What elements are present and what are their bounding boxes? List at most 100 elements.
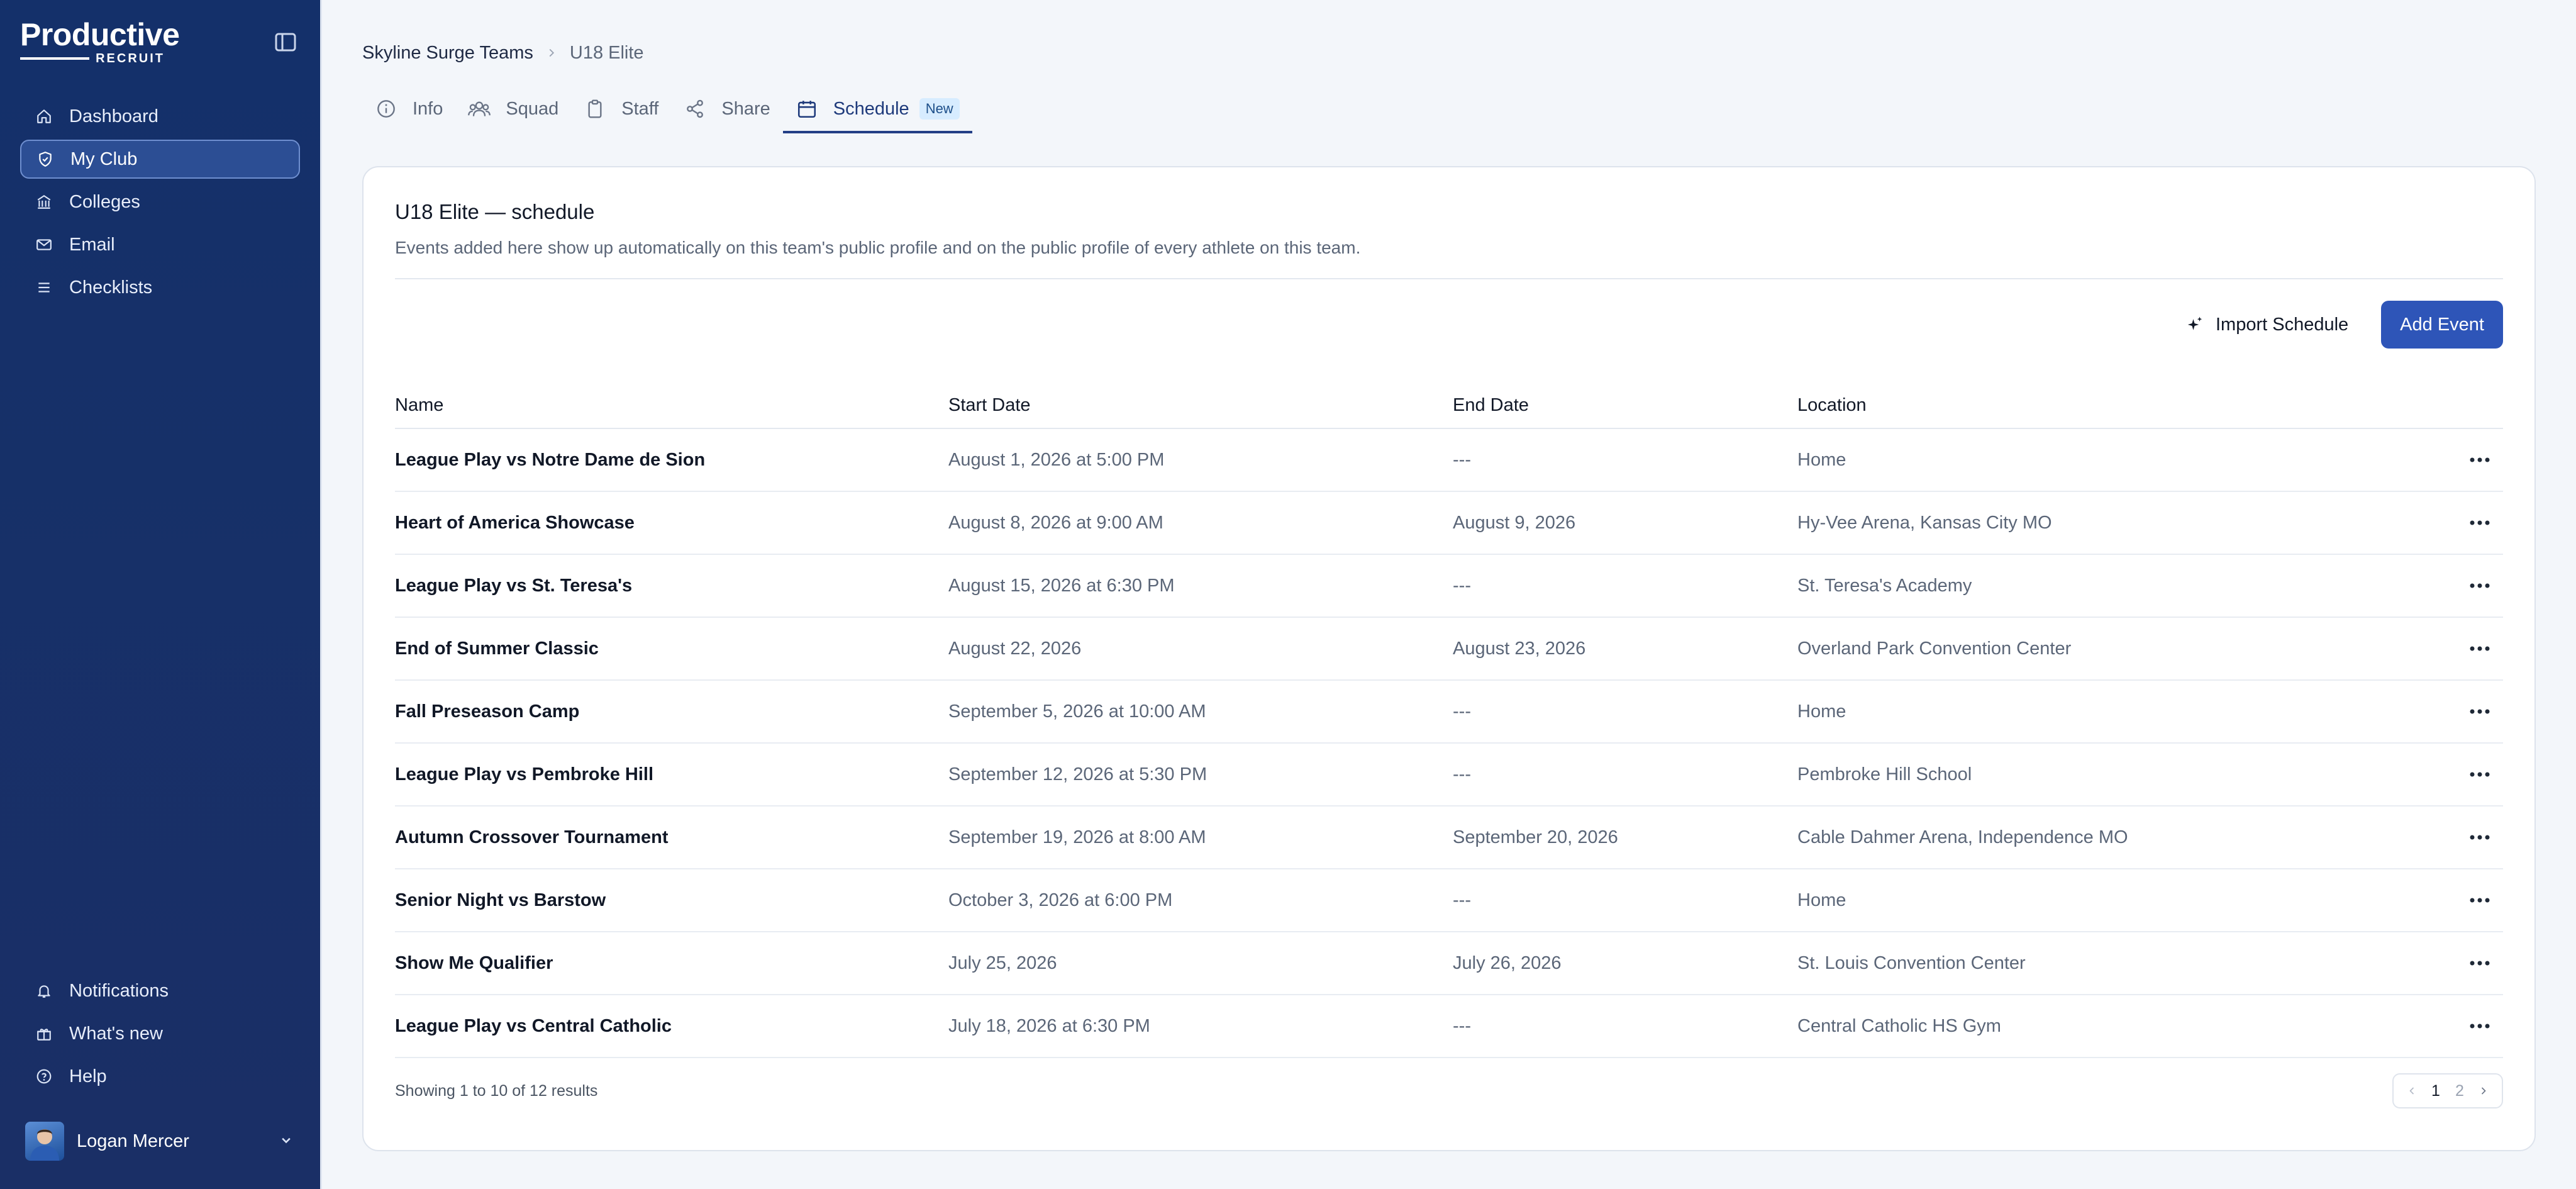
pagination: 1 2: [2392, 1073, 2503, 1108]
more-icon[interactable]: [2446, 583, 2503, 589]
add-event-button[interactable]: Add Event: [2381, 301, 2503, 349]
tab-staff[interactable]: Staff: [571, 87, 671, 133]
sidebar-item-notifications[interactable]: Notifications: [20, 971, 300, 1010]
event-end: August 23, 2026: [1453, 617, 1797, 681]
more-icon[interactable]: [2446, 897, 2503, 903]
table-row[interactable]: Senior Night vs Barstow October 3, 2026 a…: [395, 869, 2503, 932]
event-location: Central Catholic HS Gym: [1797, 995, 2446, 1058]
event-start: August 8, 2026 at 9:00 AM: [948, 491, 1453, 555]
main-content: Skyline Surge Teams U18 Elite Info Squad…: [322, 0, 2576, 1189]
table-row[interactable]: End of Summer Classic August 22, 2026 Augu…: [395, 617, 2503, 681]
table-row[interactable]: League Play vs St. Teresa's August 15, 20…: [395, 554, 2503, 618]
event-start: August 15, 2026 at 6:30 PM: [948, 554, 1453, 618]
more-icon[interactable]: [2446, 645, 2503, 652]
table-row[interactable]: Heart of America Showcase August 8, 2026 …: [395, 491, 2503, 555]
event-location: Home: [1797, 680, 2446, 744]
event-start: August 22, 2026: [948, 617, 1453, 681]
more-icon[interactable]: [2446, 1023, 2503, 1029]
brand-sub-row: RECRUIT: [20, 52, 165, 66]
brand-sub: RECRUIT: [96, 51, 165, 65]
sidebar-item-help[interactable]: Help: [20, 1057, 300, 1096]
event-start: October 3, 2026 at 6:00 PM: [948, 869, 1453, 932]
event-end: ---: [1453, 554, 1797, 618]
sidebar-item-label: Dashboard: [69, 106, 158, 126]
sidebar-item-checklists[interactable]: Checklists: [20, 268, 300, 307]
event-name: Heart of America Showcase: [395, 491, 948, 555]
more-icon[interactable]: [2446, 834, 2503, 840]
event-name: League Play vs Central Catholic: [395, 995, 948, 1058]
sidebar-item-label: My Club: [70, 148, 138, 169]
tab-squad[interactable]: Squad: [455, 87, 571, 133]
event-location: St. Louis Convention Center: [1797, 932, 2446, 995]
info-icon: [375, 98, 397, 120]
breadcrumb-current: U18 Elite: [569, 42, 644, 63]
mail-icon: [35, 236, 53, 254]
event-end: ---: [1453, 680, 1797, 744]
share-icon: [684, 98, 706, 120]
event-end: ---: [1453, 869, 1797, 932]
card-title: U18 Elite — schedule: [395, 200, 595, 223]
calendar-icon: [796, 98, 818, 120]
sidebar-item-my-club[interactable]: My Club: [20, 140, 300, 179]
event-end: ---: [1453, 995, 1797, 1058]
table-row[interactable]: League Play vs Notre Dame de Sion August …: [395, 428, 2503, 492]
page-button-1[interactable]: 1: [2424, 1082, 2448, 1100]
event-location: St. Teresa's Academy: [1797, 554, 2446, 618]
event-location: Hy-Vee Arena, Kansas City MO: [1797, 491, 2446, 555]
table-row[interactable]: League Play vs Central Catholic July 18, …: [395, 995, 2503, 1058]
tab-info[interactable]: Info: [362, 87, 455, 133]
table-row[interactable]: Show Me Qualifier July 25, 2026 July 26, 2…: [395, 932, 2503, 995]
table-body: League Play vs Notre Dame de Sion August …: [395, 428, 2503, 1058]
sidebar-item-label: Checklists: [69, 277, 153, 298]
sidebar-item-dashboard[interactable]: Dashboard: [20, 97, 300, 136]
sidebar-item-label: Colleges: [69, 191, 140, 212]
event-location: Pembroke Hill School: [1797, 743, 2446, 807]
column-header-start-date[interactable]: Start Date: [948, 382, 1453, 429]
event-end: ---: [1453, 743, 1797, 807]
event-name: Fall Preseason Camp: [395, 680, 948, 744]
sidebar-item-colleges[interactable]: Colleges: [20, 182, 300, 221]
sidebar-item-email[interactable]: Email: [20, 225, 300, 264]
more-icon[interactable]: [2446, 457, 2503, 463]
sidebar-item-label: What's new: [69, 1023, 163, 1044]
card-divider: [395, 278, 2503, 279]
sidebar-item-whats-new[interactable]: What's new: [20, 1014, 300, 1053]
prev-page-button[interactable]: [2400, 1085, 2424, 1097]
tab-bar: Info Squad Staff Share Schedule New: [362, 87, 2536, 133]
import-schedule-button[interactable]: Import Schedule: [2185, 315, 2348, 335]
column-header-end-date[interactable]: End Date: [1453, 382, 1797, 429]
event-start: July 18, 2026 at 6:30 PM: [948, 995, 1453, 1058]
sidebar-item-label: Email: [69, 234, 115, 255]
chevron-right-icon: [2481, 1087, 2486, 1095]
next-page-button[interactable]: [2472, 1085, 2496, 1097]
page-button-2[interactable]: 2: [2448, 1082, 2472, 1100]
more-icon[interactable]: [2446, 771, 2503, 778]
more-icon[interactable]: [2446, 960, 2503, 966]
sidebar-bottom-nav: Notifications What's new Help: [20, 971, 300, 1096]
breadcrumb-parent[interactable]: Skyline Surge Teams: [362, 43, 533, 64]
table-header-row: Name Start Date End Date Location: [395, 382, 2503, 429]
chevron-right-icon: [545, 46, 558, 60]
event-name: League Play vs Notre Dame de Sion: [395, 428, 948, 492]
event-name: Autumn Crossover Tournament: [395, 806, 948, 869]
help-icon: [35, 1068, 53, 1085]
event-end: September 20, 2026: [1453, 806, 1797, 869]
table-row[interactable]: League Play vs Pembroke Hill September 12…: [395, 743, 2503, 807]
tab-schedule[interactable]: Schedule New: [782, 87, 972, 133]
sidebar-item-label: Notifications: [69, 980, 169, 1001]
column-header-location[interactable]: Location: [1797, 382, 2446, 429]
event-name: League Play vs Pembroke Hill: [395, 743, 948, 807]
more-icon[interactable]: [2446, 708, 2503, 715]
column-header-name[interactable]: Name: [395, 382, 948, 429]
tab-label: Schedule: [833, 98, 909, 119]
more-icon[interactable]: [2446, 520, 2503, 526]
event-location: Home: [1797, 428, 2446, 492]
table-row[interactable]: Fall Preseason Camp September 5, 2026 at …: [395, 680, 2503, 744]
event-name: League Play vs St. Teresa's: [395, 554, 948, 618]
tab-share[interactable]: Share: [671, 87, 782, 133]
brand-logo[interactable]: Productive RECRUIT: [20, 19, 180, 66]
event-start: September 19, 2026 at 8:00 AM: [948, 806, 1453, 869]
user-menu[interactable]: Logan Mercer: [20, 1116, 300, 1166]
sidebar-toggle-button[interactable]: [271, 28, 300, 57]
table-row[interactable]: Autumn Crossover Tournament September 19,…: [395, 806, 2503, 869]
